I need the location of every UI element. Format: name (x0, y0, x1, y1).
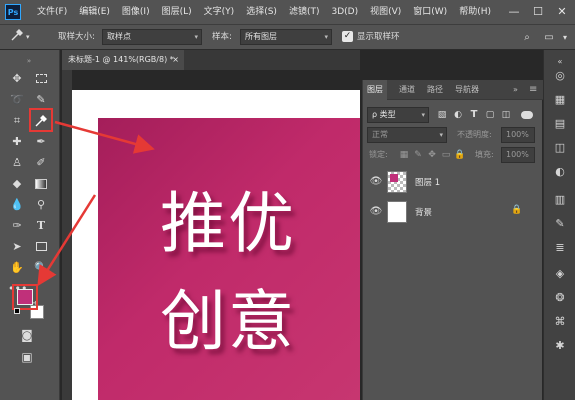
fill-label: 填充: (475, 150, 494, 159)
filter-smart-icon[interactable]: ◫ (497, 106, 515, 124)
layer-thumbnail (387, 171, 407, 193)
tab-layers[interactable]: 图层 (363, 80, 387, 100)
arrow-to-foreground (37, 194, 97, 287)
paths-dock-icon[interactable]: ⌘ (552, 314, 568, 330)
tab-paths[interactable]: 路径 (427, 80, 443, 100)
eye-icon[interactable]: 👁 (369, 205, 383, 219)
chevron-down-icon: ▾ (421, 111, 425, 119)
lock-label: 锁定: (369, 150, 388, 159)
channels-dock-icon[interactable]: ❂ (552, 290, 568, 306)
color-panel-icon[interactable]: ◎ (552, 68, 568, 84)
layer-filter-label: ρ 类型 (372, 110, 396, 119)
character-panel-icon[interactable]: ≣ (552, 240, 568, 256)
layer-row-background[interactable]: 👁 背景 🔒 (363, 198, 543, 226)
blend-mode-value: 正常 (372, 130, 388, 139)
layer-thumbnail (387, 201, 407, 223)
fill-input[interactable]: 100% (501, 147, 535, 163)
lock-icon: 🔒 (511, 205, 523, 215)
history-panel-icon[interactable]: ◐ (552, 164, 568, 180)
layer-name: 图层 1 (415, 178, 441, 188)
tab-channels[interactable]: 通道 (399, 80, 415, 100)
eye-icon[interactable]: 👁 (369, 175, 383, 189)
layers-panel: 图层 通道 路径 导航器 » ≡ ρ 类型 ▾ ▧ ◐ T ▢ ◫ 正常 ▾ 不透明… (362, 80, 543, 400)
swatches-panel-icon[interactable]: ▦ (552, 92, 568, 108)
opacity-input[interactable]: 100% (501, 127, 535, 143)
arrow-to-canvas (54, 120, 155, 154)
lock-all-icon[interactable]: 🔒 (451, 146, 469, 164)
brush-panel-icon[interactable]: ✎ (552, 216, 568, 232)
properties-panel-icon[interactable]: ▥ (552, 192, 568, 208)
layer-filter-select[interactable]: ρ 类型 ▾ (367, 107, 429, 123)
panel-tabs: 图层 通道 路径 导航器 » ≡ (363, 80, 543, 100)
tab-navigator[interactable]: 导航器 (455, 80, 479, 100)
navigator-dock-icon[interactable]: ✱ (552, 338, 568, 354)
right-dock: « ◎ ▦ ▤ ◫ ◐ ▥ ✎ ≣ ◈ ❂ ⌘ ✱ (543, 50, 575, 400)
filter-toggle[interactable] (521, 111, 533, 119)
layer-name: 背景 (415, 208, 433, 218)
chevron-down-icon: ▾ (439, 131, 443, 139)
opacity-label: 不透明度: (457, 130, 492, 139)
layers-dock-icon[interactable]: ◈ (552, 266, 568, 282)
adjustments-panel-icon[interactable]: ▤ (552, 116, 568, 132)
layer-row-layer1[interactable]: 👁 图层 1 (363, 168, 543, 196)
blend-mode-select[interactable]: 正常 ▾ (367, 127, 447, 143)
libraries-panel-icon[interactable]: ◫ (552, 140, 568, 156)
panel-menu-icon[interactable]: ≡ (529, 80, 537, 100)
collapse-panel-icon[interactable]: » (513, 80, 518, 100)
